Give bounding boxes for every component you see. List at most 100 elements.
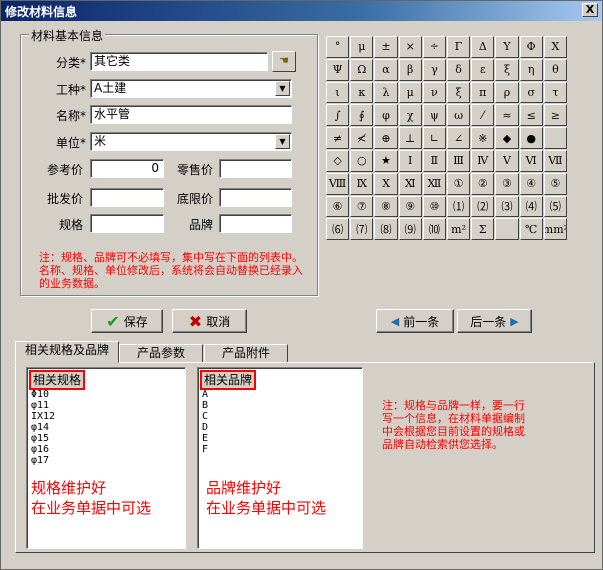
symbol-button[interactable]: φ xyxy=(374,104,398,127)
symbol-button[interactable]: ⑴ xyxy=(447,195,471,218)
symbol-button[interactable]: ◇ xyxy=(326,149,350,172)
category-picker-button[interactable]: ☚ xyxy=(272,51,296,72)
symbol-button[interactable]: ⑩ xyxy=(422,195,446,218)
list-item[interactable]: F xyxy=(202,444,208,455)
symbol-button[interactable]: Ⅴ xyxy=(495,149,519,172)
symbol-button[interactable]: ≤ xyxy=(519,104,543,127)
symbol-button[interactable]: χ xyxy=(398,104,422,127)
symbol-button[interactable]: ⑨ xyxy=(398,195,422,218)
symbol-button[interactable]: ※ xyxy=(471,127,495,149)
symbol-button[interactable]: μ xyxy=(398,81,422,104)
symbol-button[interactable]: ⑷ xyxy=(519,195,543,218)
symbol-button[interactable]: Χ xyxy=(543,36,567,58)
list-item[interactable]: Φ10 xyxy=(31,389,55,400)
symbol-button[interactable]: Ⅵ xyxy=(519,149,543,172)
symbol-button[interactable]: ⊕ xyxy=(374,127,398,149)
symbol-button[interactable]: Ⅺ xyxy=(398,172,422,195)
symbol-button[interactable]: ω xyxy=(447,104,471,127)
work-type-select[interactable]: A土建 ▼ xyxy=(90,79,292,98)
symbol-button[interactable]: Ⅸ xyxy=(350,172,374,195)
list-item[interactable]: φ15 xyxy=(31,433,55,444)
cancel-button[interactable]: ✖ 取消 xyxy=(172,309,247,333)
spec-field[interactable] xyxy=(90,214,164,233)
symbol-button[interactable]: Φ xyxy=(519,36,543,58)
symbol-button[interactable]: Ω xyxy=(350,58,374,81)
prev-record-button[interactable]: ◀ 前一条 xyxy=(376,309,454,333)
symbol-button[interactable]: ⑥ xyxy=(326,195,350,218)
symbol-button[interactable]: ⑹ xyxy=(326,218,350,241)
symbol-button[interactable]: ⑻ xyxy=(374,218,398,241)
symbol-button[interactable]: ② xyxy=(471,172,495,195)
symbol-button[interactable]: ⑸ xyxy=(543,195,567,218)
symbol-button[interactable]: ψ xyxy=(422,104,446,127)
save-button[interactable]: ✔ 保存 xyxy=(91,309,163,333)
symbol-button[interactable]: π xyxy=(471,81,495,104)
symbol-button[interactable]: ⑧ xyxy=(374,195,398,218)
symbol-button[interactable]: λ xyxy=(374,81,398,104)
symbol-button[interactable]: ε xyxy=(471,58,495,81)
symbol-button[interactable]: ≈ xyxy=(495,104,519,127)
symbol-button[interactable]: ⑺ xyxy=(350,218,374,241)
symbol-button[interactable]: ν xyxy=(422,81,446,104)
symbol-button[interactable]: ⁄ xyxy=(471,104,495,127)
symbol-button[interactable]: ξ xyxy=(447,81,471,104)
symbol-button[interactable]: ★ xyxy=(374,149,398,172)
category-field[interactable]: 其它类 xyxy=(90,52,268,71)
list-item[interactable]: φ16 xyxy=(31,444,55,455)
symbol-button[interactable]: ③ xyxy=(495,172,519,195)
list-item[interactable]: φ14 xyxy=(31,422,55,433)
symbol-button[interactable]: ∠ xyxy=(447,127,471,149)
symbol-button[interactable]: μ xyxy=(350,36,374,58)
symbol-button[interactable]: τ xyxy=(543,81,567,104)
symbol-button[interactable]: ° xyxy=(326,36,350,58)
symbol-button[interactable]: ⊥ xyxy=(398,127,422,149)
brand-listbox[interactable]: 相关品牌 ABCDEF 品牌维护好 在业务单据中可选 xyxy=(197,367,363,549)
symbol-button[interactable]: Ⅲ xyxy=(447,149,471,172)
tab-product-attachments[interactable]: 产品附件 xyxy=(204,344,288,363)
symbol-button[interactable]: ④ xyxy=(519,172,543,195)
symbol-button[interactable]: θ xyxy=(543,58,567,81)
symbol-button[interactable]: Ⅷ xyxy=(326,172,350,195)
close-button[interactable]: X xyxy=(582,3,598,17)
symbol-button[interactable]: ≮ xyxy=(350,127,374,149)
list-item[interactable]: D xyxy=(202,422,208,433)
symbol-button[interactable] xyxy=(543,127,567,149)
symbol-button[interactable]: δ xyxy=(447,58,471,81)
symbol-button[interactable]: Ⅳ xyxy=(471,149,495,172)
symbol-button[interactable]: Ⅰ xyxy=(398,149,422,172)
symbol-button[interactable]: ÷ xyxy=(422,36,446,58)
unit-select[interactable]: 米 ▼ xyxy=(90,132,292,151)
brand-field[interactable] xyxy=(219,214,292,233)
wholesale-price-field[interactable] xyxy=(90,188,164,207)
symbol-button[interactable]: ξ xyxy=(495,58,519,81)
symbol-button[interactable] xyxy=(495,218,519,241)
chevron-down-icon[interactable]: ▼ xyxy=(275,81,290,96)
list-item[interactable]: φ17 xyxy=(31,455,55,466)
symbol-button[interactable]: m² xyxy=(447,218,471,241)
name-field[interactable]: 水平管 xyxy=(90,105,292,124)
symbol-button[interactable]: ι xyxy=(326,81,350,104)
symbol-button[interactable]: ℃ xyxy=(519,218,543,241)
symbol-button[interactable]: Ⅶ xyxy=(543,149,567,172)
symbol-button[interactable]: η xyxy=(519,58,543,81)
symbol-button[interactable]: ○ xyxy=(350,149,374,172)
tab-product-params[interactable]: 产品参数 xyxy=(119,344,203,363)
symbol-button[interactable]: ρ xyxy=(495,81,519,104)
symbol-button[interactable]: ⑤ xyxy=(543,172,567,195)
symbol-button[interactable]: Ⅹ xyxy=(374,172,398,195)
reference-price-field[interactable]: 0 xyxy=(90,159,164,178)
symbol-button[interactable]: ⑦ xyxy=(350,195,374,218)
symbol-button[interactable]: Ⅱ xyxy=(422,149,446,172)
symbol-button[interactable]: Υ xyxy=(495,36,519,58)
title-bar[interactable]: 修改材料信息 X xyxy=(1,1,602,21)
list-item[interactable]: φ11 xyxy=(31,400,55,411)
tab-specs-brands[interactable]: 相关规格及品牌 xyxy=(15,341,119,363)
symbol-button[interactable]: × xyxy=(398,36,422,58)
symbol-button[interactable]: ∫ xyxy=(326,104,350,127)
symbol-button[interactable]: ① xyxy=(447,172,471,195)
symbol-button[interactable]: σ xyxy=(519,81,543,104)
symbol-button[interactable]: ⑽ xyxy=(422,218,446,241)
next-record-button[interactable]: 后一条 ▶ xyxy=(457,309,532,333)
spec-listbox[interactable]: 相关规格 Φ10 φ11 IX12 φ14 φ15 φ16 φ17 规格维护好 在业务单据中… xyxy=(26,367,186,549)
list-item[interactable]: B xyxy=(202,400,208,411)
